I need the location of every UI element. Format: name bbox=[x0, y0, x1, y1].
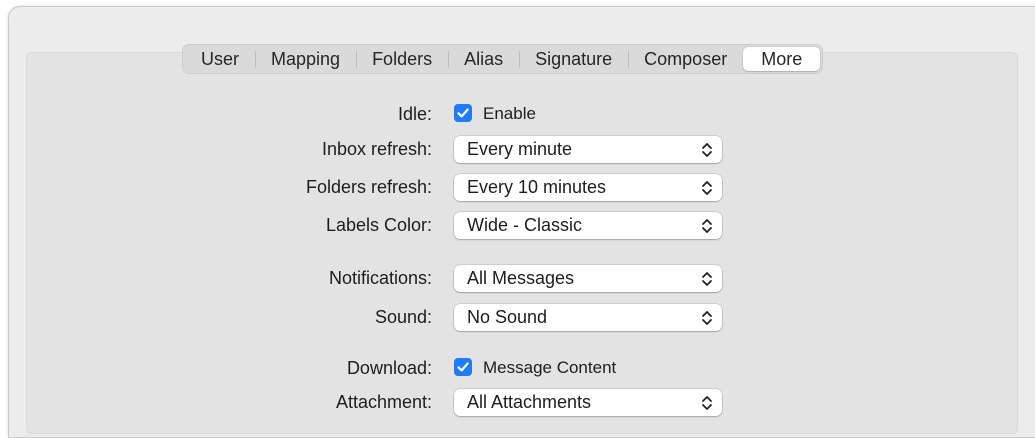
tab-signature[interactable]: Signature bbox=[519, 47, 628, 71]
sound-value: No Sound bbox=[467, 307, 548, 327]
chevron-up-down-icon bbox=[702, 311, 712, 325]
labels-color-row: Labels Color: Wide - Classic bbox=[0, 212, 1035, 240]
inbox-refresh-select[interactable]: Every minute bbox=[454, 136, 722, 163]
tab-composer[interactable]: Composer bbox=[628, 47, 743, 71]
folders-refresh-label: Folders refresh: bbox=[305, 177, 432, 197]
download-label: Download: bbox=[346, 358, 432, 378]
tab-alias[interactable]: Alias bbox=[448, 47, 519, 71]
inbox-refresh-row: Inbox refresh: Every minute bbox=[0, 136, 1035, 164]
sound-row: Sound: No Sound bbox=[0, 304, 1035, 332]
idle-row: Idle: Enable bbox=[0, 101, 1035, 129]
folders-refresh-value: Every 10 minutes bbox=[467, 177, 607, 197]
chevron-up-down-icon bbox=[702, 219, 712, 233]
idle-label: Idle: bbox=[397, 104, 432, 124]
checkmark-icon[interactable] bbox=[454, 358, 472, 376]
idle-enable-label[interactable]: Enable bbox=[483, 104, 536, 124]
tab-folders[interactable]: Folders bbox=[356, 47, 448, 71]
folders-refresh-row: Folders refresh: Every 10 minutes bbox=[0, 174, 1035, 202]
chevron-up-down-icon bbox=[702, 143, 712, 157]
inbox-refresh-value: Every minute bbox=[467, 139, 573, 159]
notifications-select[interactable]: All Messages bbox=[454, 265, 722, 292]
notifications-value: All Messages bbox=[467, 268, 575, 288]
tab-bar: User Mapping Folders Alias Signature Com… bbox=[182, 44, 824, 74]
labels-color-label: Labels Color: bbox=[325, 215, 432, 235]
notifications-label: Notifications: bbox=[328, 268, 432, 288]
tab-user[interactable]: User bbox=[185, 47, 255, 71]
download-message-content-label[interactable]: Message Content bbox=[483, 358, 616, 378]
labels-color-value: Wide - Classic bbox=[467, 215, 583, 235]
download-row: Download: Message Content bbox=[0, 355, 1035, 383]
sound-select[interactable]: No Sound bbox=[454, 304, 722, 331]
checkmark-icon[interactable] bbox=[454, 104, 472, 122]
chevron-up-down-icon bbox=[702, 396, 712, 410]
attachment-label: Attachment: bbox=[335, 392, 432, 412]
sound-label: Sound: bbox=[374, 307, 432, 327]
notifications-row: Notifications: All Messages bbox=[0, 265, 1035, 293]
inbox-refresh-label: Inbox refresh: bbox=[321, 139, 432, 159]
labels-color-select[interactable]: Wide - Classic bbox=[454, 212, 722, 239]
attachment-value: All Attachments bbox=[467, 392, 592, 412]
attachment-select[interactable]: All Attachments bbox=[454, 389, 722, 416]
chevron-up-down-icon bbox=[702, 272, 712, 286]
chevron-up-down-icon bbox=[702, 181, 712, 195]
attachment-row: Attachment: All Attachments bbox=[0, 389, 1035, 417]
tab-more[interactable]: More bbox=[743, 47, 821, 71]
folders-refresh-select[interactable]: Every 10 minutes bbox=[454, 174, 722, 201]
tab-mapping[interactable]: Mapping bbox=[255, 47, 356, 71]
